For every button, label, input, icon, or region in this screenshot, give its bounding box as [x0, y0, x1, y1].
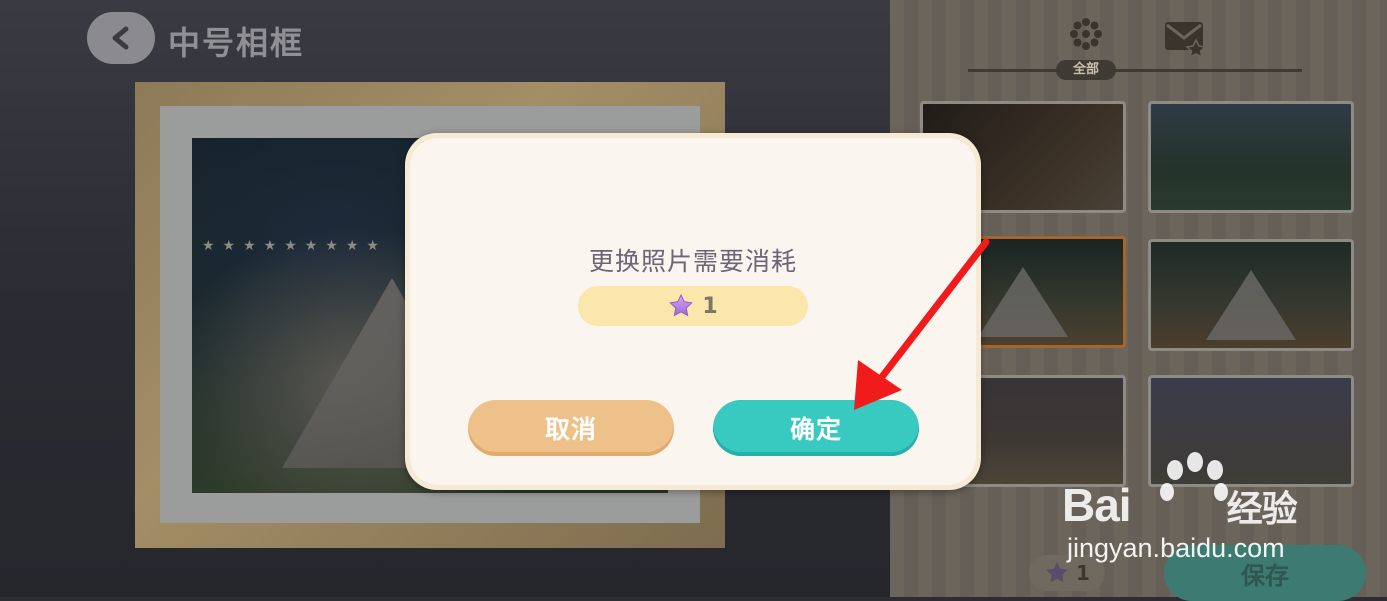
photo-thumbnail[interactable]: [1148, 239, 1354, 351]
back-button[interactable]: [87, 12, 155, 64]
star-icon: [669, 293, 694, 317]
cancel-button[interactable]: 取消: [468, 400, 674, 456]
tab-all[interactable]: 全部: [1056, 60, 1116, 80]
cost-value: 1: [702, 293, 718, 319]
panel-cost-value: 1: [1076, 561, 1090, 585]
annotation-arrow: [854, 238, 990, 410]
filter-icon[interactable]: [1068, 16, 1104, 52]
photo-thumbnail[interactable]: [1148, 101, 1354, 213]
page-title: 中号相框: [168, 24, 305, 62]
watermark-brand: Bai 经验: [1062, 479, 1298, 531]
cost-badge: 1: [578, 286, 808, 326]
back-arrow-icon: [112, 26, 129, 50]
tab-underline: [968, 69, 1302, 72]
mail-star-icon[interactable]: [1163, 18, 1207, 56]
watermark-url: jingyan.baidu.com: [1067, 533, 1285, 563]
